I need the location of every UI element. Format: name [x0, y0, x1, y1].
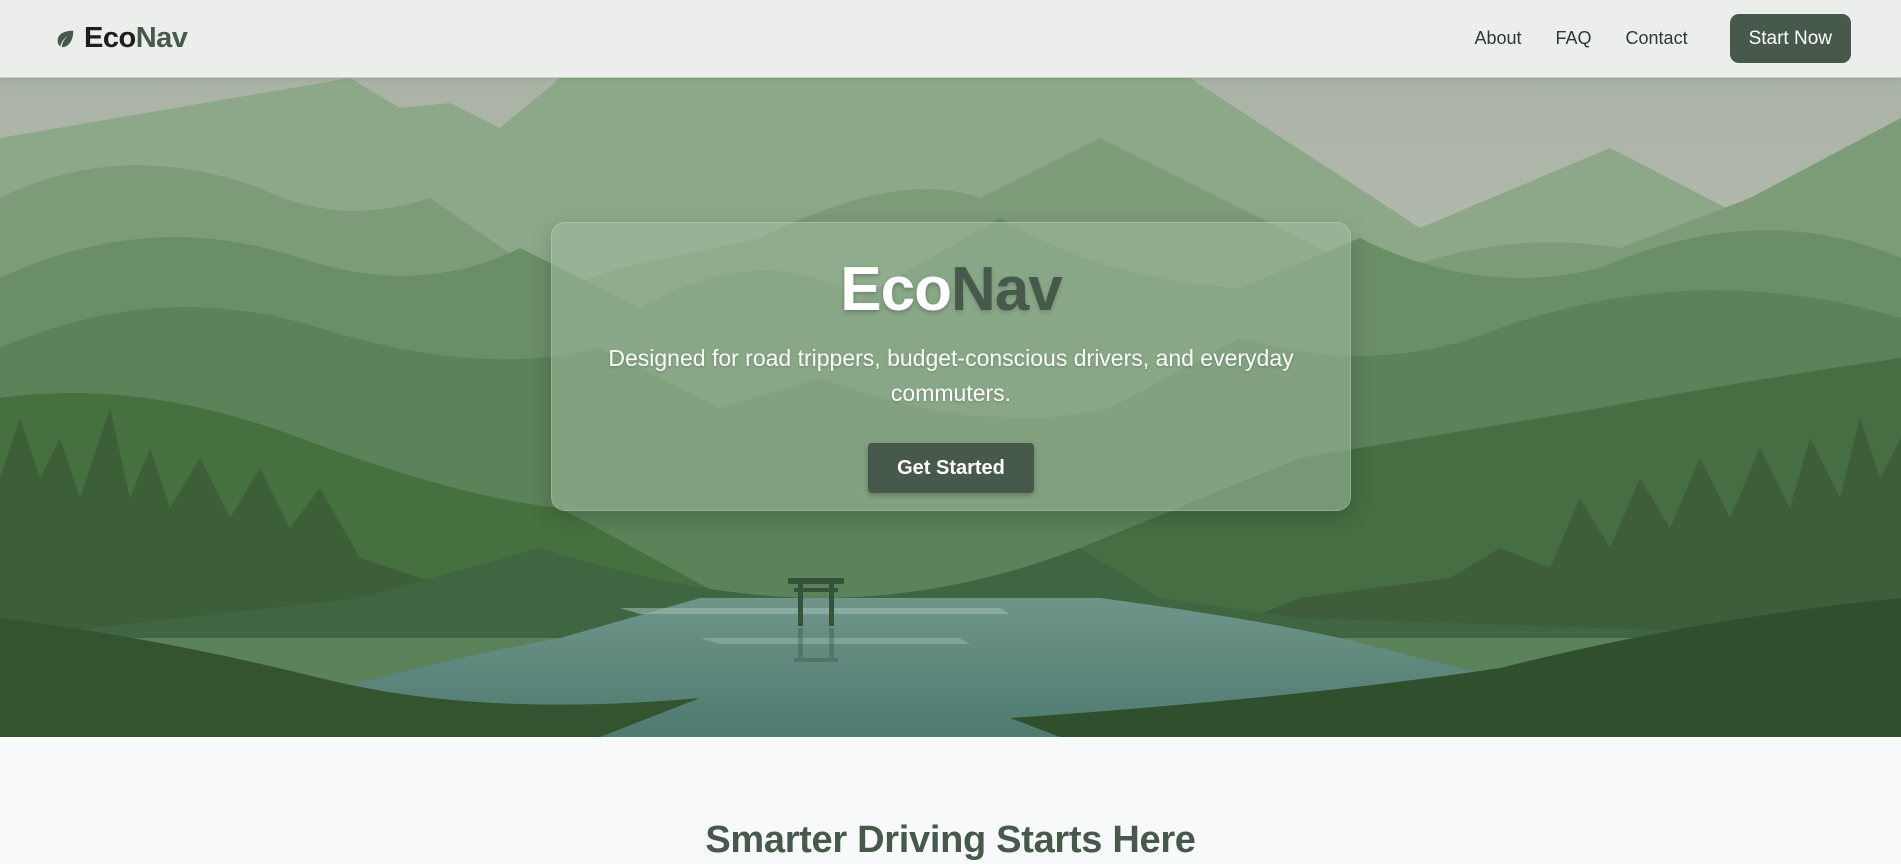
hero-title: EcoNav: [552, 255, 1350, 325]
features-section: Smarter Driving Starts Here: [0, 737, 1901, 864]
hero-card: EcoNav Designed for road trippers, budge…: [551, 222, 1351, 511]
brand-name-nav: Nav: [135, 22, 188, 54]
section-title: Smarter Driving Starts Here: [705, 819, 1196, 861]
site-header: EcoNav About FAQ Contact Start Now: [0, 0, 1901, 78]
hero-title-eco: Eco: [840, 255, 952, 324]
leaf-icon: [57, 30, 74, 47]
brand-logo[interactable]: EcoNav: [54, 22, 188, 55]
nav-link-contact[interactable]: Contact: [1626, 28, 1688, 49]
main-nav: About FAQ Contact Start Now: [1474, 14, 1851, 63]
brand-name-eco: Eco: [84, 22, 136, 54]
nav-link-about[interactable]: About: [1474, 28, 1521, 49]
hero-title-nav: Nav: [950, 255, 1063, 324]
start-now-button[interactable]: Start Now: [1729, 14, 1851, 63]
get-started-button[interactable]: Get Started: [868, 443, 1034, 493]
hero-subtitle: Designed for road trippers, budget-consc…: [608, 345, 1294, 406]
nav-link-faq[interactable]: FAQ: [1556, 28, 1592, 49]
hero-section: EcoNav Designed for road trippers, budge…: [0, 78, 1901, 737]
brand-name: EcoNav: [84, 22, 188, 55]
